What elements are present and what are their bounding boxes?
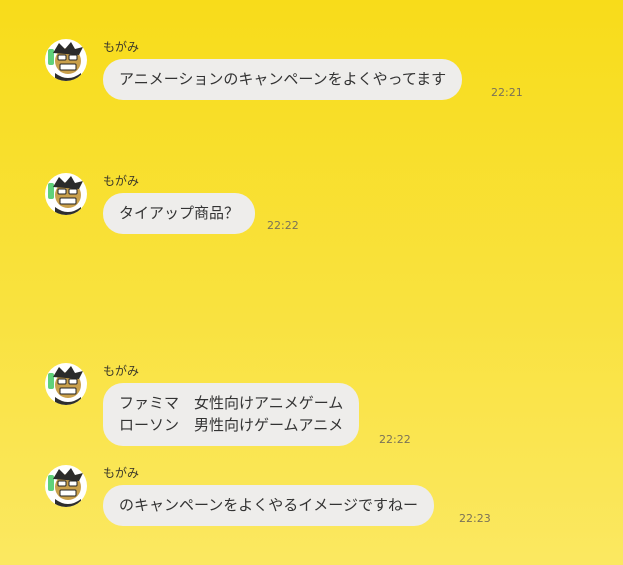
message-time: 22:21 xyxy=(491,86,523,99)
message-text: ファミマ 女性向けアニメゲーム xyxy=(119,394,344,412)
message-text: のキャンペーンをよくやるイメージですねー xyxy=(119,496,418,514)
sender-name: もがみ xyxy=(103,364,140,378)
message-text: アニメーションのキャンペーンをよくやってます xyxy=(119,70,447,88)
cartoon-face-icon xyxy=(48,176,83,215)
sender-name: もがみ xyxy=(103,466,140,480)
message-time: 22:23 xyxy=(459,512,491,525)
message-text: タイアップ商品？ xyxy=(119,204,240,222)
message-bubble[interactable]: のキャンペーンをよくやるイメージですねー xyxy=(103,485,434,526)
message-time: 22:22 xyxy=(379,433,411,446)
message-bubble[interactable]: タイアップ商品？ xyxy=(103,193,256,234)
message-bubble[interactable]: ファミマ 女性向けアニメゲーム ローソン 男性向けゲームアニメ xyxy=(103,383,360,446)
avatar[interactable] xyxy=(45,363,87,405)
cartoon-face-icon xyxy=(48,366,83,405)
sender-name: もがみ xyxy=(103,40,140,54)
sender-name: もがみ xyxy=(103,174,140,188)
avatar[interactable] xyxy=(45,39,87,81)
avatar[interactable] xyxy=(45,173,87,215)
cartoon-face-icon xyxy=(48,468,83,507)
message-time: 22:22 xyxy=(267,219,299,232)
avatar[interactable] xyxy=(45,465,87,507)
cartoon-face-icon xyxy=(48,42,83,81)
message-bubble[interactable]: アニメーションのキャンペーンをよくやってます xyxy=(103,59,463,100)
message-text: ローソン 男性向けゲームアニメ xyxy=(119,416,344,434)
